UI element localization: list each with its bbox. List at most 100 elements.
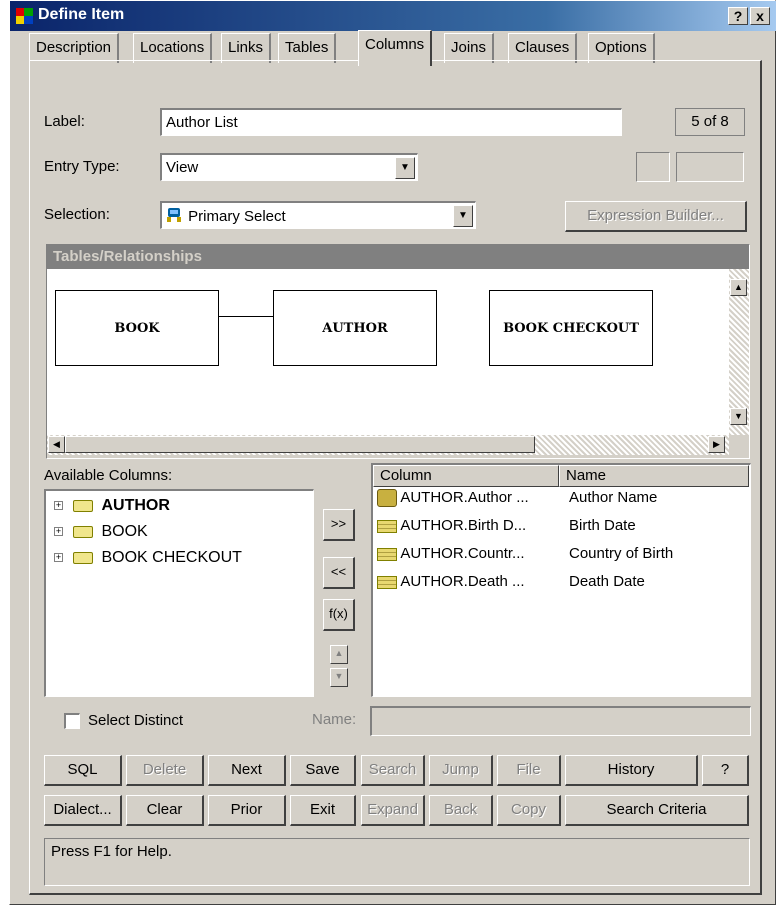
diagram-horizontal-scrollbar[interactable]: ◀ ▶: [47, 435, 729, 455]
row-name: Death Date: [569, 573, 645, 590]
tree-item-book-checkout[interactable]: + BOOK CHECKOUT: [54, 549, 242, 571]
select-distinct-checkbox[interactable]: [64, 713, 80, 729]
list-item[interactable]: AUTHOR.Author ... Author Name: [377, 489, 657, 511]
help-title-button[interactable]: ?: [728, 7, 748, 25]
sql-button[interactable]: SQL: [44, 755, 122, 786]
delete-button[interactable]: Delete: [126, 755, 204, 786]
entry-type-select[interactable]: View ▼: [160, 153, 418, 181]
next-button[interactable]: Next: [208, 755, 286, 786]
expand-icon[interactable]: +: [54, 527, 63, 537]
blank-indicator-1: [636, 152, 670, 182]
column-header[interactable]: Column: [373, 465, 559, 487]
tab-links[interactable]: Links: [221, 33, 272, 63]
tab-columns[interactable]: Columns: [358, 30, 433, 66]
label-caption: Label:: [44, 113, 85, 130]
tab-tables[interactable]: Tables: [278, 33, 337, 63]
row-column: AUTHOR.Birth D...: [400, 517, 527, 534]
tree-item-book[interactable]: + BOOK: [54, 523, 148, 545]
search-criteria-button[interactable]: Search Criteria: [565, 795, 749, 826]
primary-select-icon: [167, 208, 181, 222]
list-item[interactable]: AUTHOR.Birth D... Birth Date: [377, 517, 636, 539]
select-distinct-label: Select Distinct: [88, 712, 184, 729]
record-counter: 5 of 8: [675, 108, 745, 136]
row-name: Country of Birth: [569, 545, 674, 562]
table-icon: [73, 525, 93, 538]
name-caption: Name:: [312, 711, 357, 728]
available-columns-tree[interactable]: + AUTHOR + BOOK + BOOK CHECKOUT: [44, 489, 314, 697]
selection-select[interactable]: Primary Select ▼: [160, 201, 476, 229]
entry-type-value: View: [166, 159, 199, 176]
jump-button[interactable]: Jump: [429, 755, 493, 786]
search-button[interactable]: Search: [361, 755, 425, 786]
function-button[interactable]: f(x): [323, 599, 355, 631]
tab-locations[interactable]: Locations: [133, 33, 213, 63]
prior-button[interactable]: Prior: [208, 795, 286, 826]
close-title-button[interactable]: x: [750, 7, 770, 25]
remove-column-button[interactable]: <<: [323, 557, 355, 589]
add-column-button[interactable]: >>: [323, 509, 355, 541]
name-header[interactable]: Name: [559, 465, 749, 487]
scroll-down-icon[interactable]: ▼: [730, 408, 747, 425]
tab-options[interactable]: Options: [588, 33, 655, 63]
row-column: AUTHOR.Death ...: [400, 573, 525, 590]
columns-tab-panel: Label: Author List 5 of 8 Entry Type: Vi…: [29, 60, 762, 895]
tab-joins[interactable]: Joins: [444, 33, 495, 63]
entity-book[interactable]: BOOK: [55, 290, 219, 366]
entry-type-caption: Entry Type:: [44, 158, 120, 175]
tree-item-label: BOOK CHECKOUT: [101, 549, 242, 566]
dialect-button[interactable]: Dialect...: [44, 795, 122, 826]
chevron-down-icon[interactable]: ▼: [453, 205, 473, 227]
expand-button[interactable]: Expand: [361, 795, 425, 826]
tree-item-label: AUTHOR: [101, 497, 170, 514]
available-columns-caption: Available Columns:: [44, 467, 173, 484]
copy-button[interactable]: Copy: [497, 795, 561, 826]
scroll-thumb[interactable]: [65, 436, 535, 453]
expand-icon[interactable]: +: [54, 501, 63, 511]
key-icon: [377, 489, 397, 508]
list-item[interactable]: AUTHOR.Countr... Country of Birth: [377, 545, 673, 567]
app-icon: [16, 8, 33, 24]
scroll-up-icon[interactable]: ▲: [730, 279, 747, 296]
selected-columns-list[interactable]: Column Name AUTHOR.Author ... Author Nam…: [371, 463, 751, 697]
define-item-window: Define Item ? x Description Locations Li…: [9, 0, 776, 905]
scroll-left-icon[interactable]: ◀: [48, 436, 65, 453]
relationship-canvas[interactable]: BOOK AUTHOR BOOK CHECKOUT: [47, 269, 729, 435]
tree-item-author[interactable]: + AUTHOR: [54, 497, 170, 519]
entity-author[interactable]: AUTHOR: [273, 290, 437, 366]
label-input[interactable]: Author List: [160, 108, 622, 136]
help-button[interactable]: ?: [702, 755, 749, 786]
table-icon: [73, 499, 93, 512]
move-down-icon[interactable]: ▼: [330, 668, 348, 687]
entity-book-checkout[interactable]: BOOK CHECKOUT: [489, 290, 653, 366]
list-item[interactable]: AUTHOR.Death ... Death Date: [377, 573, 645, 595]
history-button[interactable]: History: [565, 755, 698, 786]
table-icon: [73, 551, 93, 564]
diagram-vertical-scrollbar[interactable]: ▲ ▼: [729, 269, 749, 435]
row-column: AUTHOR.Author ...: [400, 489, 529, 506]
clear-button[interactable]: Clear: [126, 795, 204, 826]
field-icon: [377, 519, 397, 533]
field-icon: [377, 547, 397, 561]
row-column: AUTHOR.Countr...: [400, 545, 525, 562]
save-button[interactable]: Save: [290, 755, 356, 786]
tables-relationships-group: Tables/Relationships BOOK AUTHOR BOOK CH…: [46, 244, 750, 459]
file-button[interactable]: File: [497, 755, 561, 786]
expand-icon[interactable]: +: [54, 553, 63, 563]
field-icon: [377, 575, 397, 589]
tables-relationships-header: Tables/Relationships: [47, 245, 749, 269]
move-up-icon[interactable]: ▲: [330, 645, 348, 664]
row-name: Birth Date: [569, 517, 636, 534]
scroll-right-icon[interactable]: ▶: [708, 436, 725, 453]
expression-builder-button[interactable]: Expression Builder...: [565, 201, 747, 232]
tab-description[interactable]: Description: [29, 33, 120, 63]
chevron-down-icon[interactable]: ▼: [395, 157, 415, 179]
back-button[interactable]: Back: [429, 795, 493, 826]
row-name: Author Name: [569, 489, 658, 506]
status-bar: Press F1 for Help.: [44, 838, 750, 886]
title-bar[interactable]: Define Item ? x: [10, 1, 776, 31]
tab-clauses[interactable]: Clauses: [508, 33, 578, 63]
exit-button[interactable]: Exit: [290, 795, 356, 826]
name-input[interactable]: [370, 706, 751, 736]
blank-indicator-2: [676, 152, 744, 182]
window-title: Define Item: [38, 6, 125, 23]
